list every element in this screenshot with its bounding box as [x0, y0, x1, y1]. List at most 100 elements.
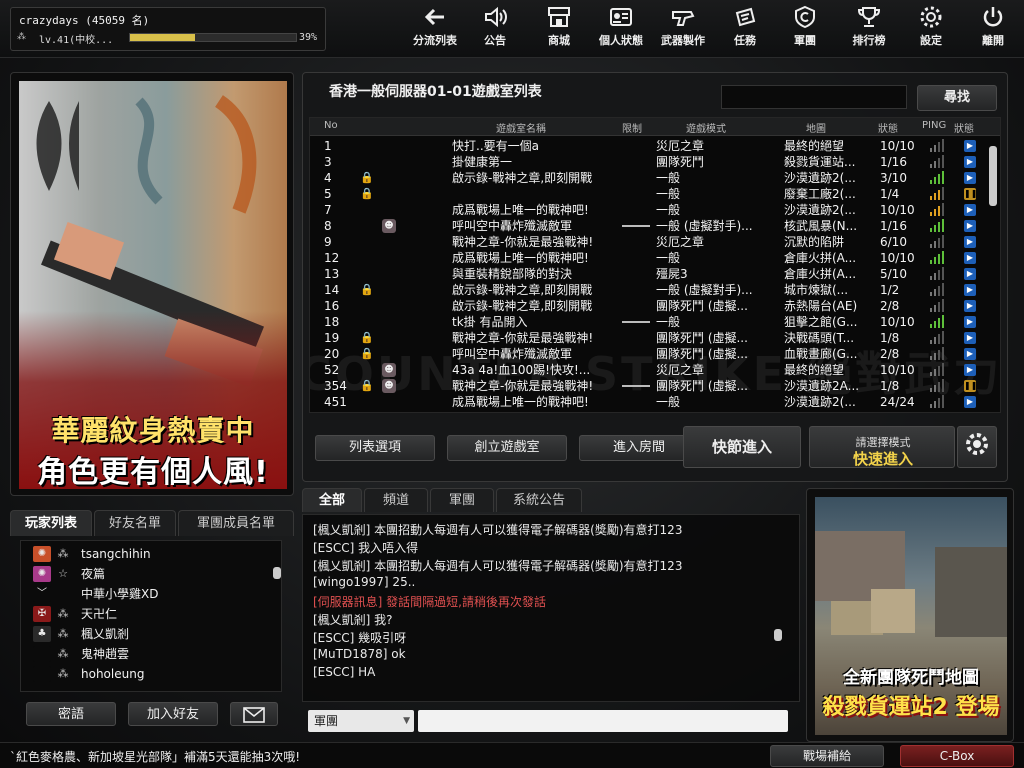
room-row[interactable]: 4 🔒 啟示錄-戰神之章,即刻開戰 一般 沙漠遺跡2(... 3/10 ▶: [310, 170, 986, 186]
add-friend-button[interactable]: 加入好友: [128, 702, 218, 726]
player-row[interactable]: ♣ ⁂ 楓乂凱剎: [25, 625, 265, 644]
room-name: 戰神之章-你就是最強戰神!: [452, 331, 594, 345]
room-row[interactable]: 16 啟示錄-戰神之章,即刻開戰 團隊死鬥 (虛擬... 赤熱陽台(AE) 2/8 ▶: [310, 298, 986, 314]
tab-clan-members[interactable]: 軍團成員名單: [178, 510, 294, 536]
room-row[interactable]: 354 🔒 ☻ 戰神之章-你就是最強戰神! 團隊死鬥 (虛擬... 沙漠遺跡2A... 1/…: [310, 378, 986, 394]
room-number: 16: [324, 299, 340, 313]
play-icon: ▶: [964, 348, 976, 360]
tab-friend-list[interactable]: 好友名單: [94, 510, 176, 536]
room-row[interactable]: 1 快打..要有一個a 災厄之章 最終的絕望 10/10 ▶: [310, 138, 986, 154]
tab-chat-all[interactable]: 全部: [302, 488, 362, 512]
chat-input[interactable]: [418, 710, 788, 732]
nav-ranking[interactable]: 排行榜: [840, 4, 898, 54]
mode-select-button[interactable]: 請選擇模式 快速進入: [809, 426, 955, 468]
room-row[interactable]: 20 🔒 呼叫空中轟炸殲滅敵軍 團隊死鬥 (虛擬... 血戰畫廊(G... 2/8 ▶: [310, 346, 986, 362]
list-options-button[interactable]: 列表選項: [315, 435, 435, 461]
rank-icon: ⁂: [57, 667, 69, 680]
room-search-input[interactable]: [721, 85, 907, 109]
room-row[interactable]: 9 戰神之章-你就是最強戰神! 災厄之章 沉默的陷阱 6/10 ▶: [310, 234, 986, 250]
tattoo-promo-banner[interactable]: 華麗紋身熱賣中 角色更有個人風!: [10, 72, 294, 496]
col-header-status[interactable]: 狀態: [878, 120, 898, 135]
room-status: 1/16: [880, 219, 907, 233]
ping-bar: [938, 142, 940, 152]
nav-announcement[interactable]: 公告: [466, 4, 524, 54]
whisper-button[interactable]: 密語: [26, 702, 116, 726]
nav-weapon-craft[interactable]: 武器製作: [654, 4, 712, 54]
col-header-state[interactable]: 狀態: [954, 120, 974, 135]
room-row[interactable]: 3 掛健康第一 團隊死鬥 殺戮貨運站... 1/16 ▶: [310, 154, 986, 170]
ping-bar: [934, 145, 936, 152]
nav-exit[interactable]: 離開: [964, 4, 1022, 54]
ping-bar: [938, 270, 940, 280]
player-row[interactable]: ⁂ hoholeung: [25, 665, 265, 684]
ping-icon: [930, 395, 946, 409]
room-name: 啟示錄-戰神之章,即刻開戰: [452, 171, 593, 185]
player-row[interactable]: ✠ ⁂ 天卍仁: [25, 605, 265, 624]
lock-icon: 🔒: [360, 347, 374, 360]
room-row[interactable]: 18 tk掛 有品開入 一般 狙擊之館(G... 10/10 ▶: [310, 314, 986, 330]
room-row[interactable]: 12 成爲戰場上唯一的戰神吧! 一般 倉庫火拼(A... 10/10 ▶: [310, 250, 986, 266]
cbox-button[interactable]: C-Box: [900, 745, 1014, 767]
chat-message: [ESCC] HA: [313, 665, 376, 679]
player-row[interactable]: ✺ ⁂ tsangchihin: [25, 545, 265, 564]
room-row[interactable]: 19 🔒 戰神之章-你就是最強戰神! 團隊死鬥 (虛擬... 決戰碼頭(T... 1/8 ▶: [310, 330, 986, 346]
player-row[interactable]: ✺ ☆ 夜篇: [25, 565, 265, 584]
tab-chat-system[interactable]: 系統公告: [496, 488, 582, 512]
create-room-button[interactable]: 創立遊戲室: [447, 435, 567, 461]
quick-join-button[interactable]: 快節進入: [683, 426, 801, 468]
gear-icon: [966, 433, 988, 455]
mode-settings-button[interactable]: [957, 426, 997, 468]
room-number: 13: [324, 267, 340, 281]
col-header-map[interactable]: 地圖: [806, 120, 826, 135]
col-header-limit[interactable]: 限制: [622, 120, 642, 135]
enter-room-button[interactable]: 進入房間: [579, 435, 699, 461]
tab-player-list[interactable]: 玩家列表: [10, 510, 92, 536]
room-map: 廢棄工廠2(...: [784, 187, 856, 201]
nav-settings[interactable]: 設定: [902, 4, 960, 54]
room-row[interactable]: 14 🔒 啟示錄-戰神之章,即刻開戰 一般 (虛擬對手)... 城市煉獄(... 1/2 ▶: [310, 282, 986, 298]
room-map: 赤熱陽台(AE): [784, 299, 858, 313]
nav-server-list[interactable]: 分流列表: [406, 4, 464, 54]
col-header-mode[interactable]: 遊戲模式: [686, 120, 726, 135]
map-promo-banner[interactable]: 全新團隊死鬥地圖 殺戮貨運站2 登場: [806, 488, 1014, 742]
clan-emblem-icon: [33, 666, 51, 682]
nav-clan[interactable]: 軍團: [776, 4, 834, 54]
scrollbar-thumb[interactable]: [989, 146, 997, 206]
tab-chat-channel[interactable]: 頻道: [364, 488, 428, 512]
search-button[interactable]: 尋找: [917, 85, 997, 111]
room-row[interactable]: 13 與重裝精銳部隊的對決 殭屍3 倉庫火拼(A... 5/10 ▶: [310, 266, 986, 282]
player-row[interactable]: ﹀ 中華小學雞XD: [25, 585, 265, 604]
speaker-icon: [485, 6, 507, 28]
player-name: 天卍仁: [81, 607, 118, 621]
scrollbar-thumb[interactable]: [273, 567, 281, 579]
room-status: 24/24: [880, 395, 915, 409]
mail-button[interactable]: [230, 702, 278, 726]
ping-bar: [934, 321, 936, 328]
player-list-scrollbar[interactable]: [273, 545, 281, 689]
chat-message: [ESCC] 幾吸引呀: [313, 631, 407, 645]
room-row[interactable]: 8 ☻ 呼叫空中轟炸殲滅敵軍 一般 (虛擬對手)... 核武風暴(N... 1/16 ▶: [310, 218, 986, 234]
room-row[interactable]: 5 🔒 一般 廢棄工廠2(... 1/4 ❚❚: [310, 186, 986, 202]
chat-channel-select[interactable]: 軍團 ▼: [308, 710, 414, 732]
player-name: hoholeung: [81, 667, 145, 681]
room-row[interactable]: 7 成爲戰場上唯一的戰神吧! 一般 沙漠遺跡2(... 10/10 ▶: [310, 202, 986, 218]
nav-shop[interactable]: 商城: [530, 4, 588, 54]
col-header-room-name[interactable]: 遊戲室名稱: [496, 120, 546, 135]
tab-chat-clan[interactable]: 軍團: [430, 488, 494, 512]
room-mode: 一般: [656, 203, 681, 217]
nav-profile[interactable]: 個人狀態: [592, 4, 650, 54]
promo-subline: 角色更有個人風!: [37, 455, 269, 490]
scrollbar-thumb[interactable]: [774, 629, 782, 641]
room-name: 快打..要有一個a: [452, 139, 539, 153]
room-row[interactable]: 52 ☻ 43a 4a!血100踢!快攻!... 災厄之章 最終的絕望 10/10 ▶: [310, 362, 986, 378]
col-header-ping[interactable]: PING: [922, 120, 946, 131]
battle-supply-button[interactable]: 戰場補給: [770, 745, 884, 767]
chat-scrollbar[interactable]: [773, 521, 783, 697]
clan-emblem-icon: ✺: [33, 566, 51, 582]
player-row[interactable]: ⁂ 鬼神趙雲: [25, 645, 265, 664]
nav-mission[interactable]: 任務: [716, 4, 774, 54]
room-list-scrollbar[interactable]: [988, 138, 998, 410]
col-header-no[interactable]: No: [324, 120, 338, 131]
weapon-limit-icon: [622, 385, 650, 387]
room-row[interactable]: 451 成爲戰場上唯一的戰神吧! 一般 沙漠遺跡2(... 24/24 ▶: [310, 394, 986, 410]
